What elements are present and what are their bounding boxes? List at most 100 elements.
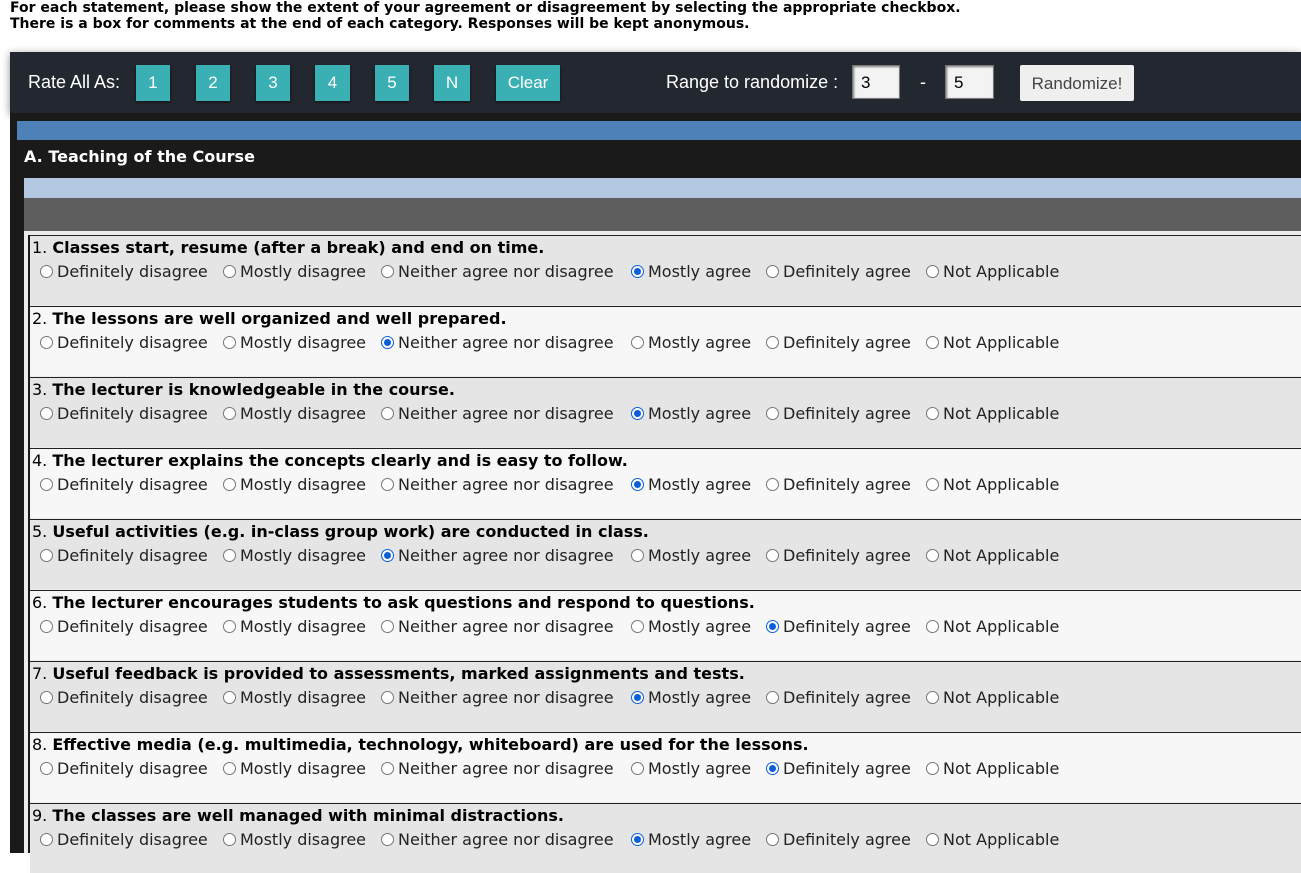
radio-button[interactable] xyxy=(223,762,236,775)
answer-option[interactable]: Mostly agree xyxy=(631,759,751,779)
radio-button[interactable] xyxy=(926,478,939,491)
radio-button[interactable] xyxy=(631,407,644,420)
radio-button[interactable] xyxy=(926,762,939,775)
rate-all-4-button[interactable]: 4 xyxy=(315,65,350,101)
radio-button[interactable] xyxy=(381,762,394,775)
answer-option[interactable]: Not Applicable xyxy=(926,475,1059,495)
answer-option[interactable]: Mostly agree xyxy=(631,404,751,424)
radio-button[interactable] xyxy=(766,833,779,846)
radio-button[interactable] xyxy=(926,265,939,278)
radio-button[interactable] xyxy=(223,620,236,633)
range-from-input[interactable]: 3 xyxy=(852,65,900,99)
answer-option[interactable]: Definitely agree xyxy=(766,546,911,566)
answer-option[interactable]: Neither agree nor disagree xyxy=(381,830,614,850)
answer-option[interactable]: Definitely agree xyxy=(766,404,911,424)
randomize-button[interactable]: Randomize! xyxy=(1020,65,1134,101)
radio-button[interactable] xyxy=(40,762,53,775)
answer-option[interactable]: Definitely disagree xyxy=(40,617,208,637)
radio-button[interactable] xyxy=(381,620,394,633)
radio-button[interactable] xyxy=(223,549,236,562)
answer-option[interactable]: Not Applicable xyxy=(926,404,1059,424)
answer-option[interactable]: Not Applicable xyxy=(926,830,1059,850)
range-to-input[interactable]: 5 xyxy=(945,65,994,99)
rate-all-2-button[interactable]: 2 xyxy=(196,65,230,101)
answer-option[interactable]: Not Applicable xyxy=(926,617,1059,637)
answer-option[interactable]: Definitely disagree xyxy=(40,688,208,708)
radio-button[interactable] xyxy=(381,691,394,704)
answer-option[interactable]: Neither agree nor disagree xyxy=(381,546,614,566)
radio-button[interactable] xyxy=(926,691,939,704)
answer-option[interactable]: Neither agree nor disagree xyxy=(381,333,614,353)
rate-all-na-button[interactable]: N xyxy=(434,65,470,101)
radio-button[interactable] xyxy=(631,336,644,349)
answer-option[interactable]: Definitely agree xyxy=(766,759,911,779)
answer-option[interactable]: Definitely disagree xyxy=(40,404,208,424)
answer-option[interactable]: Definitely agree xyxy=(766,262,911,282)
answer-option[interactable]: Mostly agree xyxy=(631,617,751,637)
radio-button[interactable] xyxy=(631,620,644,633)
radio-button[interactable] xyxy=(766,549,779,562)
answer-option[interactable]: Definitely disagree xyxy=(40,830,208,850)
radio-button[interactable] xyxy=(40,691,53,704)
radio-button[interactable] xyxy=(223,407,236,420)
radio-button[interactable] xyxy=(40,478,53,491)
radio-button[interactable] xyxy=(223,478,236,491)
radio-button[interactable] xyxy=(766,620,779,633)
radio-button[interactable] xyxy=(381,265,394,278)
radio-button[interactable] xyxy=(223,336,236,349)
answer-option[interactable]: Mostly disagree xyxy=(223,475,366,495)
answer-option[interactable]: Mostly disagree xyxy=(223,617,366,637)
radio-button[interactable] xyxy=(766,336,779,349)
answer-option[interactable]: Neither agree nor disagree xyxy=(381,688,614,708)
answer-option[interactable]: Not Applicable xyxy=(926,759,1059,779)
radio-button[interactable] xyxy=(926,620,939,633)
radio-button[interactable] xyxy=(926,336,939,349)
clear-button[interactable]: Clear xyxy=(496,65,560,101)
radio-button[interactable] xyxy=(631,691,644,704)
radio-button[interactable] xyxy=(223,265,236,278)
answer-option[interactable]: Not Applicable xyxy=(926,262,1059,282)
answer-option[interactable]: Mostly disagree xyxy=(223,546,366,566)
answer-option[interactable]: Definitely agree xyxy=(766,688,911,708)
radio-button[interactable] xyxy=(40,549,53,562)
answer-option[interactable]: Mostly disagree xyxy=(223,262,366,282)
radio-button[interactable] xyxy=(40,833,53,846)
answer-option[interactable]: Neither agree nor disagree xyxy=(381,759,614,779)
radio-button[interactable] xyxy=(223,833,236,846)
rate-all-1-button[interactable]: 1 xyxy=(136,65,170,101)
radio-button[interactable] xyxy=(381,478,394,491)
answer-option[interactable]: Definitely agree xyxy=(766,475,911,495)
answer-option[interactable]: Mostly agree xyxy=(631,262,751,282)
answer-option[interactable]: Not Applicable xyxy=(926,333,1059,353)
rate-all-3-button[interactable]: 3 xyxy=(256,65,290,101)
answer-option[interactable]: Not Applicable xyxy=(926,688,1059,708)
answer-option[interactable]: Neither agree nor disagree xyxy=(381,617,614,637)
radio-button[interactable] xyxy=(631,762,644,775)
radio-button[interactable] xyxy=(926,407,939,420)
radio-button[interactable] xyxy=(381,336,394,349)
rate-all-5-button[interactable]: 5 xyxy=(375,65,409,101)
radio-button[interactable] xyxy=(40,336,53,349)
radio-button[interactable] xyxy=(926,833,939,846)
radio-button[interactable] xyxy=(766,478,779,491)
answer-option[interactable]: Mostly agree xyxy=(631,475,751,495)
radio-button[interactable] xyxy=(381,549,394,562)
radio-button[interactable] xyxy=(631,549,644,562)
radio-button[interactable] xyxy=(766,407,779,420)
answer-option[interactable]: Mostly agree xyxy=(631,333,751,353)
radio-button[interactable] xyxy=(381,407,394,420)
radio-button[interactable] xyxy=(40,407,53,420)
radio-button[interactable] xyxy=(926,549,939,562)
answer-option[interactable]: Definitely agree xyxy=(766,830,911,850)
radio-button[interactable] xyxy=(631,478,644,491)
answer-option[interactable]: Definitely disagree xyxy=(40,759,208,779)
radio-button[interactable] xyxy=(766,265,779,278)
radio-button[interactable] xyxy=(766,762,779,775)
answer-option[interactable]: Definitely disagree xyxy=(40,262,208,282)
answer-option[interactable]: Neither agree nor disagree xyxy=(381,475,614,495)
radio-button[interactable] xyxy=(766,691,779,704)
radio-button[interactable] xyxy=(40,265,53,278)
radio-button[interactable] xyxy=(223,691,236,704)
radio-button[interactable] xyxy=(381,833,394,846)
radio-button[interactable] xyxy=(631,265,644,278)
